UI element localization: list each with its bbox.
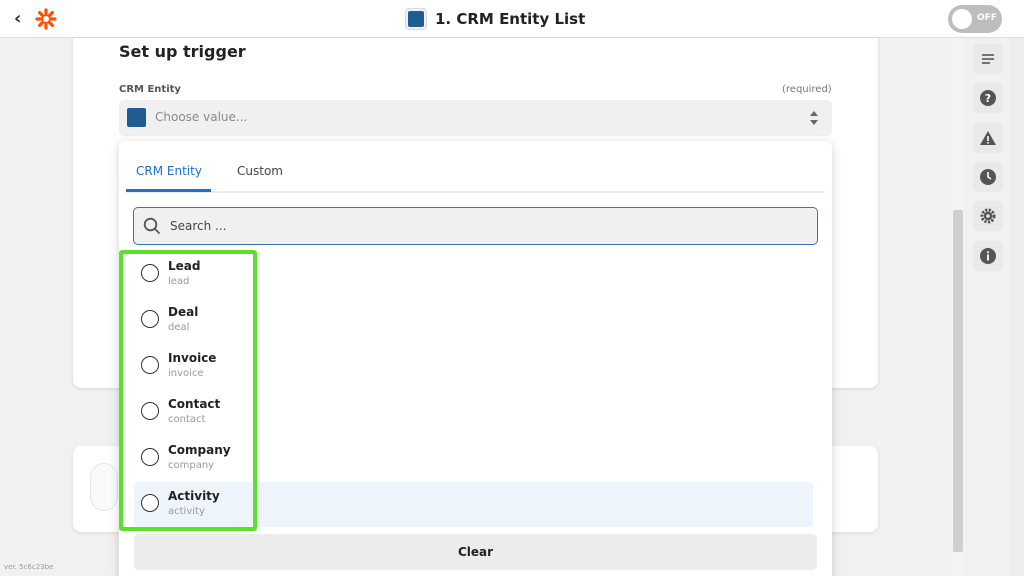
- active-tab-indicator: [126, 189, 211, 192]
- toggle-label: OFF: [977, 13, 997, 23]
- clear-button[interactable]: Clear: [134, 534, 817, 570]
- tab-custom[interactable]: Custom: [237, 164, 283, 178]
- option-value: contact: [168, 414, 206, 425]
- zapier-logo-icon[interactable]: [35, 8, 57, 30]
- settings-icon[interactable]: [973, 201, 1003, 231]
- required-label: (required): [782, 84, 832, 95]
- top-bar: ‹ 1. CRM Entity List OFF: [0, 0, 1024, 38]
- search-input[interactable]: Search ...: [133, 207, 818, 245]
- list-item-deal[interactable]: Deal deal: [134, 298, 813, 343]
- option-label: Lead: [168, 259, 201, 273]
- option-value: company: [168, 460, 215, 471]
- list-icon[interactable]: [973, 44, 1003, 74]
- section-title: Set up trigger: [119, 42, 246, 61]
- list-item-contact[interactable]: Contact contact: [134, 390, 813, 435]
- list-item-activity[interactable]: Activity activity: [134, 482, 813, 527]
- option-label: Invoice: [168, 351, 217, 365]
- list-item-invoice[interactable]: Invoice invoice: [134, 344, 813, 389]
- radio-button[interactable]: [141, 402, 159, 420]
- tab-crm-entity[interactable]: CRM Entity: [136, 164, 202, 178]
- bitrix-app-icon: [127, 108, 146, 127]
- crm-entity-dropdown: CRM Entity Custom Search ... Lead lead D…: [119, 141, 832, 576]
- warning-icon[interactable]: [973, 123, 1003, 153]
- help-icon[interactable]: ?: [973, 83, 1003, 113]
- option-value: deal: [168, 322, 190, 333]
- radio-button[interactable]: [141, 448, 159, 466]
- option-value: invoice: [168, 368, 204, 379]
- dropdown-tabs: CRM Entity Custom: [126, 141, 825, 193]
- page-scrollbar[interactable]: [1011, 38, 1024, 576]
- back-arrow-icon[interactable]: ‹: [14, 9, 30, 29]
- list-item-company[interactable]: Company company: [134, 436, 813, 481]
- scrollbar-thumb[interactable]: [953, 210, 963, 552]
- page-title: 1. CRM Entity List: [435, 10, 586, 28]
- radio-button[interactable]: [141, 356, 159, 374]
- right-sidebar: ?: [966, 38, 1010, 576]
- option-label: Company: [168, 443, 231, 457]
- step-connector: [90, 463, 118, 511]
- option-value: activity: [168, 506, 205, 517]
- list-item-lead[interactable]: Lead lead: [134, 252, 813, 297]
- version-label: ver. 5c6c23be: [4, 563, 54, 571]
- page-title-group: 1. CRM Entity List: [405, 7, 585, 31]
- bitrix-app-icon: [405, 8, 427, 30]
- radio-button[interactable]: [141, 264, 159, 282]
- crm-entity-label: CRM Entity: [119, 84, 181, 95]
- select-placeholder: Choose value...: [155, 110, 248, 124]
- option-label: Contact: [168, 397, 221, 411]
- info-icon[interactable]: [973, 241, 1003, 271]
- zap-on-off-toggle[interactable]: OFF: [948, 5, 1002, 33]
- history-icon[interactable]: [973, 162, 1003, 192]
- option-label: Deal: [168, 305, 199, 319]
- option-label: Activity: [168, 489, 220, 503]
- search-placeholder: Search ...: [170, 219, 227, 233]
- option-value: lead: [168, 276, 190, 287]
- select-sort-arrows-icon[interactable]: [808, 110, 820, 126]
- crm-entity-select[interactable]: Choose value...: [119, 100, 832, 136]
- radio-button[interactable]: [141, 494, 159, 512]
- search-icon: [143, 217, 160, 234]
- toggle-knob: [952, 9, 972, 29]
- svg-text:?: ?: [985, 92, 991, 105]
- radio-button[interactable]: [141, 310, 159, 328]
